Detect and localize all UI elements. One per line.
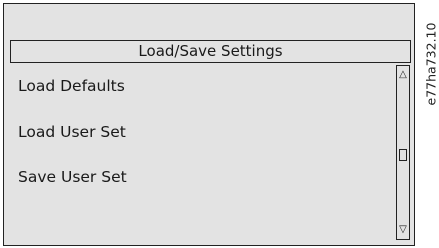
- scroll-thumb[interactable]: [399, 149, 407, 161]
- menu-item-load-user-set[interactable]: Load User Set: [18, 122, 126, 142]
- scroll-up-arrow-icon[interactable]: △: [397, 68, 409, 82]
- menu-item-load-defaults[interactable]: Load Defaults: [18, 76, 125, 96]
- figure-code: e77ha732.10: [423, 4, 439, 124]
- menu-item-save-user-set[interactable]: Save User Set: [18, 167, 127, 187]
- figure-code-label: e77ha732.10: [423, 22, 439, 106]
- scrollbar[interactable]: △ ▽: [396, 65, 410, 240]
- lcd-screen: Load/Save Settings Load Defaults Load Us…: [3, 3, 415, 246]
- scroll-down-arrow-icon[interactable]: ▽: [397, 223, 409, 237]
- screen-title: Load/Save Settings: [10, 40, 411, 63]
